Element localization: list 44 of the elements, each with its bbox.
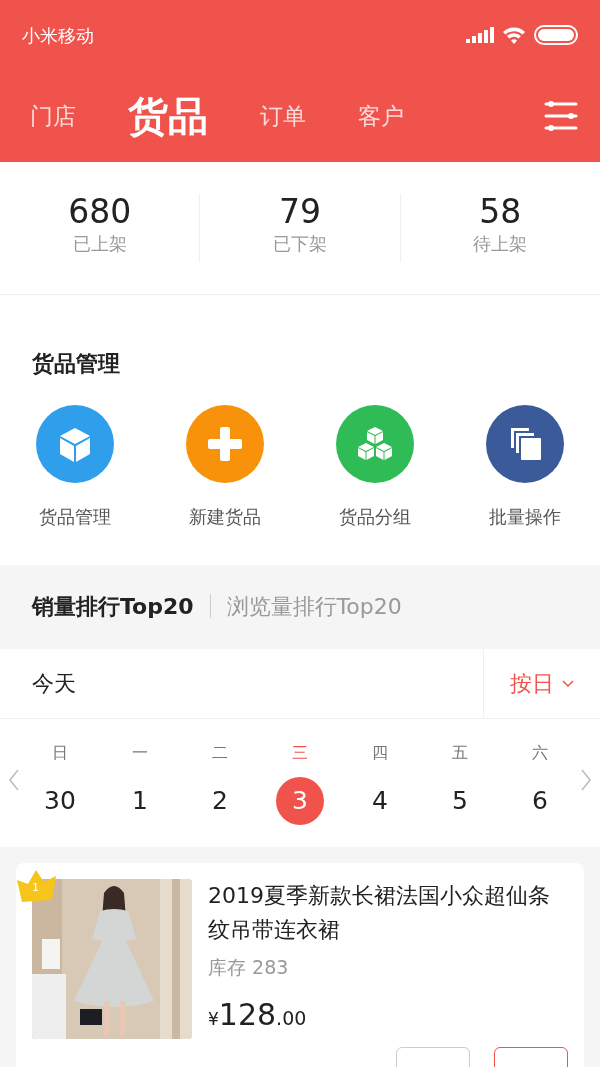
chevron-right-icon[interactable]: [580, 769, 592, 791]
stat-label: 已上架: [71, 232, 128, 257]
wifi-icon: [502, 26, 526, 44]
battery-icon: [534, 25, 578, 45]
date-button[interactable]: 30: [36, 777, 84, 825]
date-button[interactable]: 1: [116, 777, 164, 825]
ranking-tab[interactable]: 销量排行Top20: [32, 589, 194, 623]
date-button[interactable]: 6: [516, 777, 564, 825]
rank-number: 1: [32, 880, 39, 896]
stat-value: 79: [278, 194, 322, 231]
management-label: 货品管理: [39, 505, 111, 529]
weekday-label: 二: [212, 742, 228, 764]
management-label: 货品分组: [339, 505, 411, 529]
date-button[interactable]: 5: [436, 777, 484, 825]
caret-icon: [562, 679, 574, 688]
stat-label: 已下架: [272, 232, 328, 257]
management-item[interactable]: 批量操作: [450, 404, 600, 531]
filter-icon[interactable]: [544, 101, 578, 131]
management-item[interactable]: 货品分组: [300, 404, 450, 531]
stat-value: 58: [478, 194, 523, 231]
date-button[interactable]: 4: [356, 777, 404, 825]
carrier-name: 小米移动: [22, 23, 94, 48]
weekday-label: 三: [292, 742, 308, 764]
weekday-label: 日: [52, 742, 68, 764]
weekday-label: 四: [372, 742, 388, 764]
product-title: 2019夏季新款长裙法国小众超仙条纹吊带连衣裙: [208, 882, 551, 945]
management-label: 新建货品: [189, 505, 261, 529]
plus-icon: [205, 424, 245, 464]
management-label: 批量操作: [489, 505, 561, 529]
stat-value: 680: [67, 194, 133, 231]
stock-count: 库存 283: [208, 955, 290, 981]
management-item[interactable]: 新建货品: [150, 404, 300, 531]
period-label: 今天: [31, 670, 76, 698]
stat-label: 待上架: [472, 232, 529, 257]
signal-icon: [466, 27, 494, 43]
weekday-label: 五: [452, 742, 468, 764]
product-price: ¥128.00: [208, 995, 308, 1034]
date-button[interactable]: 2: [196, 777, 244, 825]
management-item[interactable]: 货品管理: [0, 404, 150, 531]
section-title: 货品管理: [31, 350, 121, 378]
chevron-left-icon[interactable]: [8, 769, 20, 791]
product-card[interactable]: 1 2019夏季新款长裙法国小众超仙条纹吊带连衣裙 库存 283 ¥128.00: [16, 863, 584, 1067]
weekday-label: 一: [132, 742, 148, 764]
weekday-label: 六: [532, 742, 548, 764]
